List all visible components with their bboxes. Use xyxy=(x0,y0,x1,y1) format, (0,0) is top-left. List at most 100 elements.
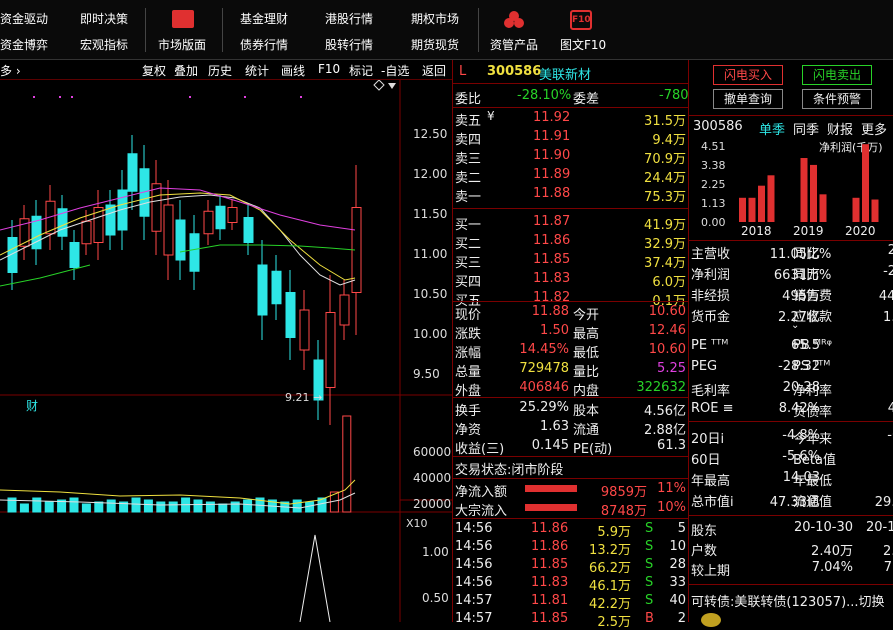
asset-mgmt-icon[interactable] xyxy=(502,10,526,30)
toolbar-item-asset[interactable]: 资管产品 xyxy=(490,36,538,53)
row: 户数 2.40万 2.24万 xyxy=(689,539,893,559)
btn-overlay[interactable]: 叠加 xyxy=(174,62,198,79)
volume-bar xyxy=(32,497,42,513)
stat-value: 1.50 xyxy=(540,323,569,338)
tick-price: 11.85 xyxy=(531,611,569,626)
volume-bar xyxy=(218,503,228,513)
tick-price: 11.83 xyxy=(531,575,569,590)
tick-list[interactable]: 14:56 11.86 5.9万 S 5 14:56 11.86 13.2万 S 10 14:56 1… xyxy=(453,520,689,630)
tab-yoy[interactable]: 同季 xyxy=(793,119,819,138)
row: 卖四 11.91 9.4万 xyxy=(453,128,689,148)
btn-history[interactable]: 历史 xyxy=(208,62,232,79)
btn-stats[interactable]: 统计 xyxy=(245,62,269,79)
bid-book: 买一 11.87 41.9万 买二 11.86 32.9万 买三 11.85 37.4万 买四 11… xyxy=(453,208,689,309)
svg-text:2.25: 2.25 xyxy=(701,178,726,191)
ask-volume: 70.9万 xyxy=(644,152,686,167)
convertible-bond-link[interactable]: 可转债:美联转债(123057)...切换 xyxy=(691,591,885,610)
toolbar-item-futures[interactable]: 期货现货 xyxy=(411,36,459,53)
cell: PEG xyxy=(691,359,718,374)
toolbar-item-neeq[interactable]: 股转行情 xyxy=(325,36,373,53)
candle xyxy=(271,270,282,305)
row: 较上期 7.04% 7.57% xyxy=(689,559,893,579)
cell: 25.29% xyxy=(519,400,569,415)
chart-toolbar: 多 › 复权 叠加 历史 统计 画线 F10 标记 -自选 返回 xyxy=(0,60,452,80)
bid-label: 买四 xyxy=(455,275,482,290)
market-icon[interactable] xyxy=(172,10,194,28)
volume-axis: 60000 40000 20000 xyxy=(413,445,451,511)
stat-value: 10.60 xyxy=(648,304,686,319)
row: 主营收11.05亿同比%25.19 xyxy=(689,242,893,262)
cell: 负债率 xyxy=(793,405,833,420)
f10-icon[interactable]: F10 xyxy=(570,10,592,30)
low-marker: 9.21 → xyxy=(285,391,322,404)
toolbar-item-macro[interactable]: 宏观指标 xyxy=(80,36,128,53)
row: 净利润6631万同比%-21.20 xyxy=(689,263,893,283)
profit-bar xyxy=(800,158,808,222)
tab-quarter[interactable]: 单季 xyxy=(759,119,785,138)
volume-bar xyxy=(168,501,178,513)
tick-time: 14:57 xyxy=(455,593,493,608)
tick-side: S xyxy=(645,521,654,536)
bid-price: 11.86 xyxy=(533,233,571,248)
cancel-order-button[interactable]: 撤单查询 xyxy=(713,89,783,109)
quick-sell-button[interactable]: 闪电卖出 xyxy=(802,65,872,85)
ask-label: 卖五 xyxy=(455,114,482,129)
tick-side: S xyxy=(645,593,654,608)
row: PE ᵀᵀᴹ65.5PB ᴹᴿᵠ6.37 xyxy=(689,337,893,356)
cell: 20-10-30 xyxy=(793,520,853,535)
cell: -6.9% xyxy=(887,428,893,443)
toolbar-item-f10[interactable]: 图文F10 xyxy=(560,36,606,53)
tick-count: 10 xyxy=(669,539,686,554)
toolbar-item-fund-drive[interactable]: 资金驱动 xyxy=(0,10,48,27)
tick-side: B xyxy=(645,611,654,626)
quick-buy-button[interactable]: 闪电买入 xyxy=(713,65,783,85)
btn-watchlist[interactable]: -自选 xyxy=(381,62,409,79)
tab-report[interactable]: 财报 xyxy=(827,119,853,138)
tick-price: 11.81 xyxy=(531,593,569,608)
btn-draw[interactable]: 画线 xyxy=(281,62,305,79)
ask-label: 卖四 xyxy=(455,133,482,148)
cell: 股东 xyxy=(691,524,718,539)
row: ROE ≡8.42%负债率48.94 xyxy=(689,400,893,420)
toolbar-item-fund[interactable]: 基金理财 xyxy=(240,10,288,27)
bid-volume: 37.4万 xyxy=(644,256,686,271)
profit-bar xyxy=(758,185,765,222)
stat-value: 10.60 xyxy=(648,342,686,357)
row: 买四 11.83 6.0万 xyxy=(453,270,689,290)
expand-icon[interactable]: ⌄ xyxy=(791,320,799,331)
tick-price: 11.86 xyxy=(531,521,569,536)
fin-marker[interactable]: 财 xyxy=(26,399,38,413)
cell: 4.56亿 xyxy=(644,404,686,419)
cell: 0.145 xyxy=(531,438,569,453)
toolbar-item-market[interactable]: 市场版面 xyxy=(158,36,206,53)
toolbar-item-bond[interactable]: 债券行情 xyxy=(240,36,288,53)
btn-mark[interactable]: 标记 xyxy=(349,62,373,79)
toolbar-item-decision[interactable]: 即时决策 xyxy=(80,10,128,27)
svg-text:10.00: 10.00 xyxy=(413,327,447,341)
tab-code[interactable]: 300586 xyxy=(693,119,743,134)
more-tab[interactable]: 多 › xyxy=(0,62,21,79)
candle xyxy=(175,219,186,261)
cell: -21.20 xyxy=(883,264,893,279)
news-icon[interactable] xyxy=(701,613,721,627)
fund-flows: 净流入额 9859万 11% 大宗流入 8748万 10% xyxy=(453,479,689,519)
stat-value: 406846 xyxy=(519,380,569,395)
stat-label: 量比 xyxy=(573,365,600,380)
ask-label: 卖二 xyxy=(455,171,482,186)
ask-price: 11.88 xyxy=(533,186,571,201)
btn-fuquan[interactable]: 复权 xyxy=(142,62,166,79)
toolbar-item-hk[interactable]: 港股行情 xyxy=(325,10,373,27)
toolbar-item-options[interactable]: 期权市场 xyxy=(411,10,459,27)
stat-label: 最低 xyxy=(573,346,600,361)
btn-back[interactable]: 返回 xyxy=(422,62,446,79)
alert-button[interactable]: 条件预警 xyxy=(802,89,872,109)
toolbar-item-fund-game[interactable]: 资金博弈 xyxy=(0,36,48,53)
cell: 7.57% xyxy=(883,560,893,575)
btn-f10[interactable]: F10 xyxy=(318,62,340,76)
tab-more[interactable]: 更多 xyxy=(861,119,887,138)
kline-chart[interactable]: 9.21 → 财 12.50 12.00 11.50 11.00 10.50 10.00 9… xyxy=(0,80,452,622)
row: 卖二 11.89 24.4万 xyxy=(453,166,689,186)
volume-bar xyxy=(69,497,79,513)
cell: PE ᵀᵀᴹ xyxy=(691,338,729,353)
cell: 61.3 xyxy=(657,438,686,453)
